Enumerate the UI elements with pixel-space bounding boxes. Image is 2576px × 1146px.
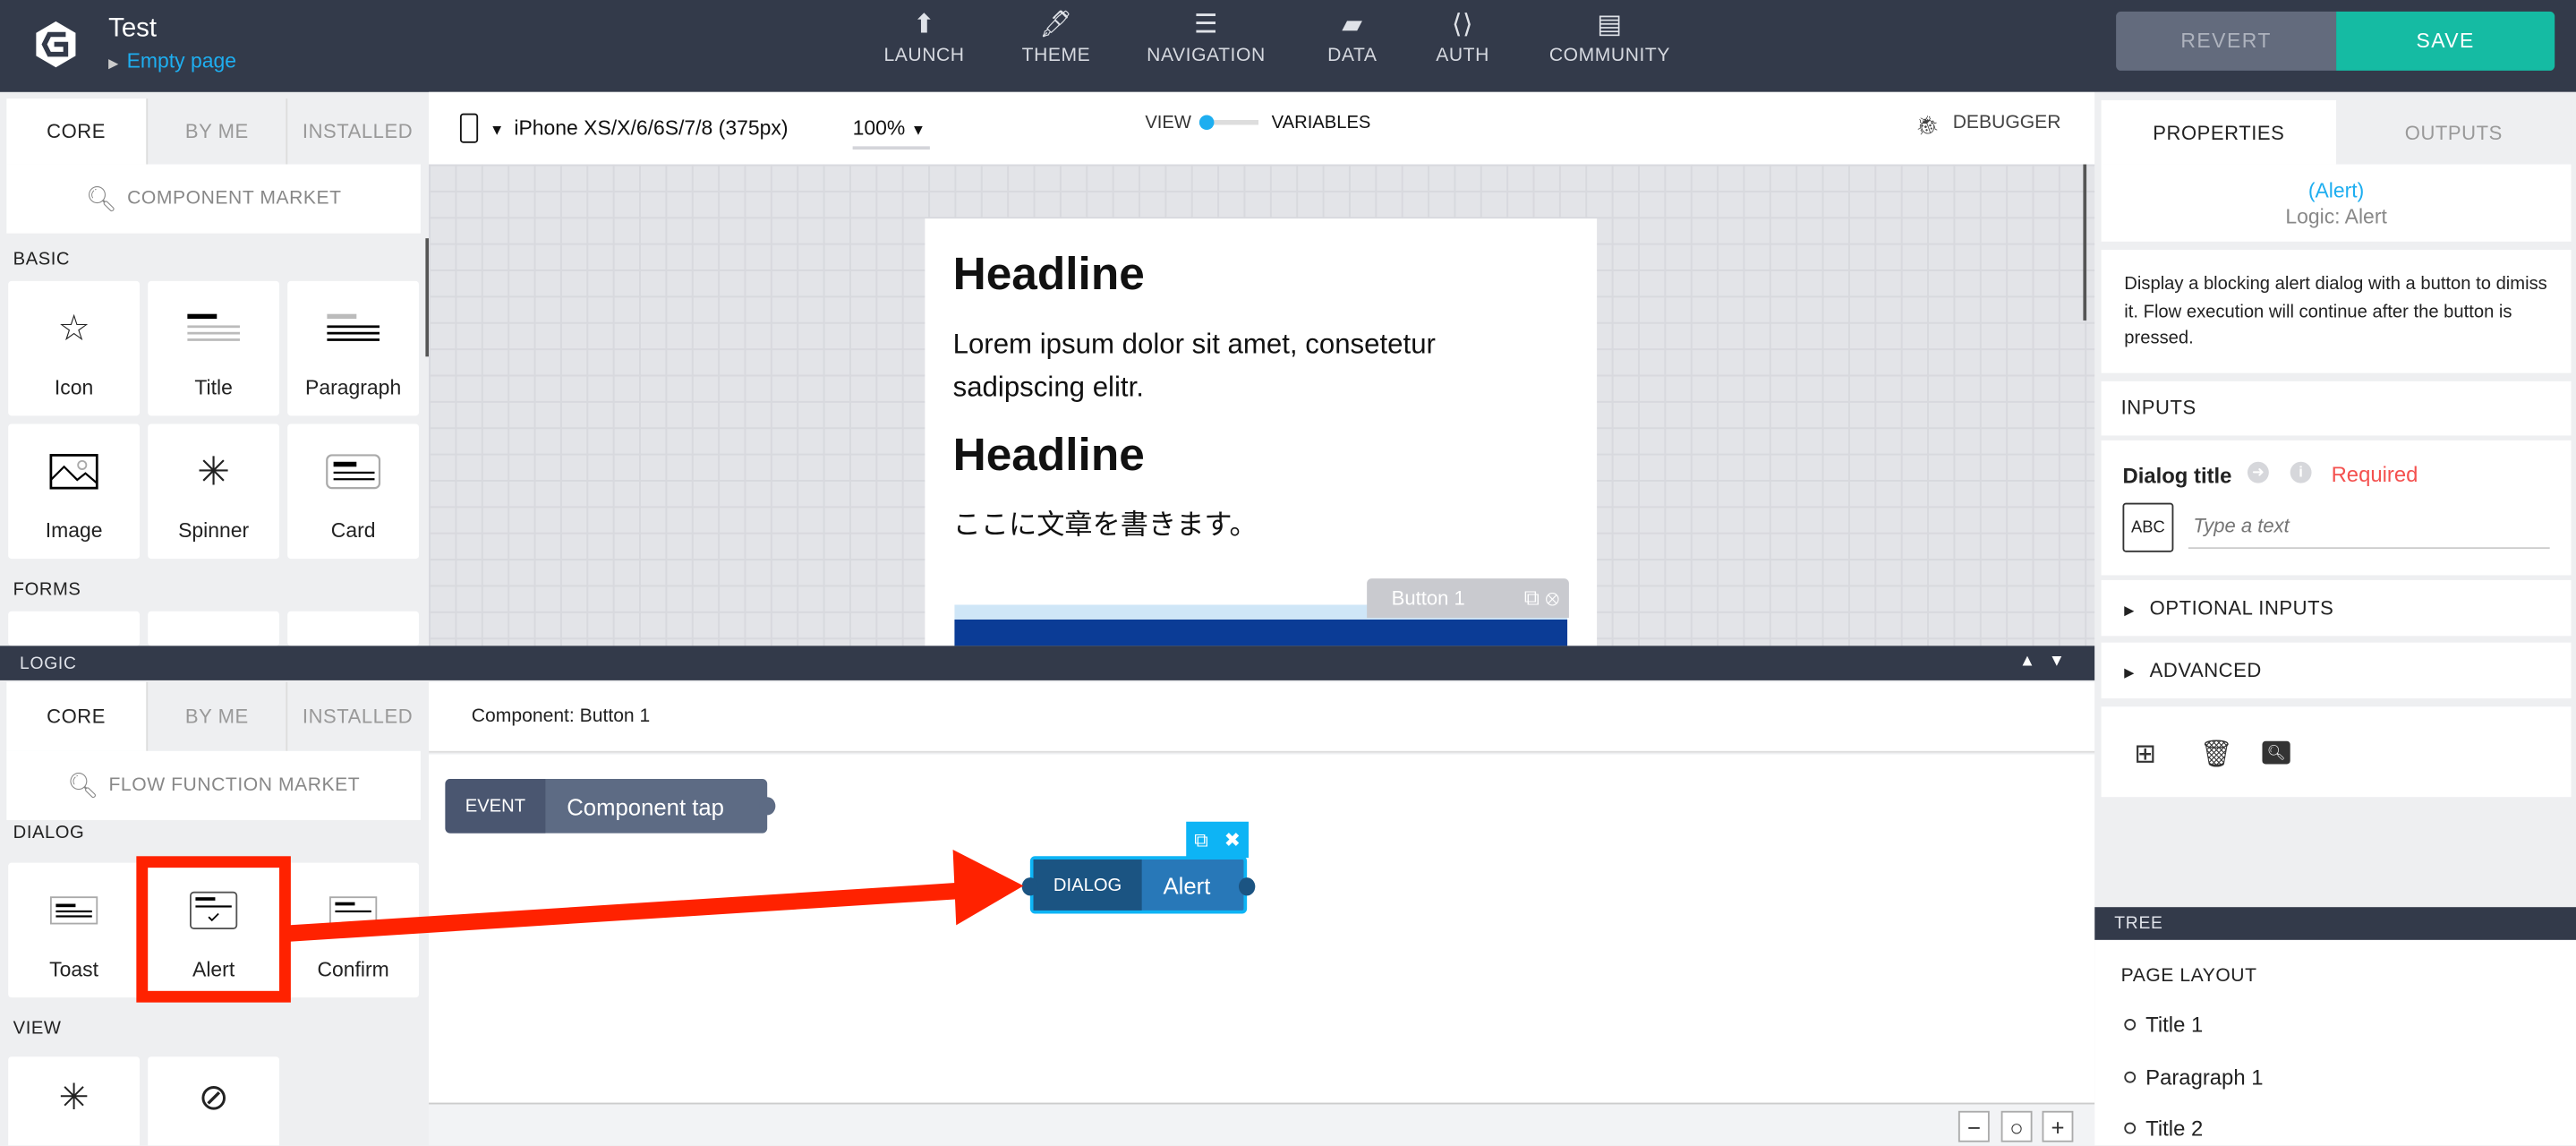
node-actions-bar — [2101, 706, 2572, 798]
info-icon[interactable]: i — [2290, 461, 2312, 483]
tree-item-title-2[interactable]: Title 2 — [2124, 1116, 2203, 1141]
node-dot-icon — [2124, 1019, 2137, 1031]
tree-item-title-1[interactable]: Title 1 — [2124, 1012, 2204, 1038]
tree-item-label: Paragraph 1 — [2145, 1065, 2264, 1090]
node-description: Display a blocking alert dialog with a b… — [2101, 249, 2572, 373]
properties-tabs: PROPERTIES OUTPUTS — [2101, 99, 2572, 165]
tree-item-label: Title 2 — [2145, 1116, 2204, 1141]
advanced-label: ADVANCED — [2149, 659, 2262, 682]
node-name: (Alert) — [2307, 179, 2365, 202]
tree-title: TREE — [2114, 913, 2163, 934]
tab-outputs[interactable]: OUTPUTS — [2336, 99, 2572, 165]
search-node-icon[interactable]: 🔍︎ — [2262, 740, 2290, 765]
caret-right-icon: ▶ — [2124, 665, 2136, 680]
caret-right-icon: ▶ — [2124, 603, 2136, 619]
trash-icon[interactable]: 🗑︎ — [2200, 738, 2233, 771]
required-label: Required — [2331, 461, 2418, 487]
tree-item-paragraph-1[interactable]: Paragraph 1 — [2124, 1065, 2264, 1090]
dialog-title-input[interactable] — [2188, 502, 2550, 550]
inputs-header: INPUTS — [2101, 381, 2572, 436]
tree-bar: TREE — [2094, 907, 2576, 940]
add-copy-icon[interactable]: ⊞ — [2134, 738, 2156, 771]
bind-arrow-icon[interactable]: ➜ — [2247, 461, 2269, 483]
dialog-title-label: Dialog title — [2122, 463, 2232, 489]
advanced-toggle[interactable]: ▶ ADVANCED — [2101, 642, 2572, 699]
node-dot-icon — [2124, 1122, 2137, 1134]
tab-properties[interactable]: PROPERTIES — [2101, 99, 2337, 165]
node-type: Logic: Alert — [2285, 205, 2387, 229]
optional-inputs-label: OPTIONAL INPUTS — [2149, 596, 2334, 620]
optional-inputs-toggle[interactable]: ▶ OPTIONAL INPUTS — [2101, 579, 2572, 637]
node-summary: (Alert) Logic: Alert — [2101, 164, 2572, 242]
node-dot-icon — [2124, 1071, 2137, 1083]
text-type-badge[interactable]: ABC — [2122, 502, 2174, 552]
tree-item-label: Title 1 — [2145, 1012, 2204, 1038]
page-layout-label: PAGE LAYOUT — [2120, 966, 2257, 987]
